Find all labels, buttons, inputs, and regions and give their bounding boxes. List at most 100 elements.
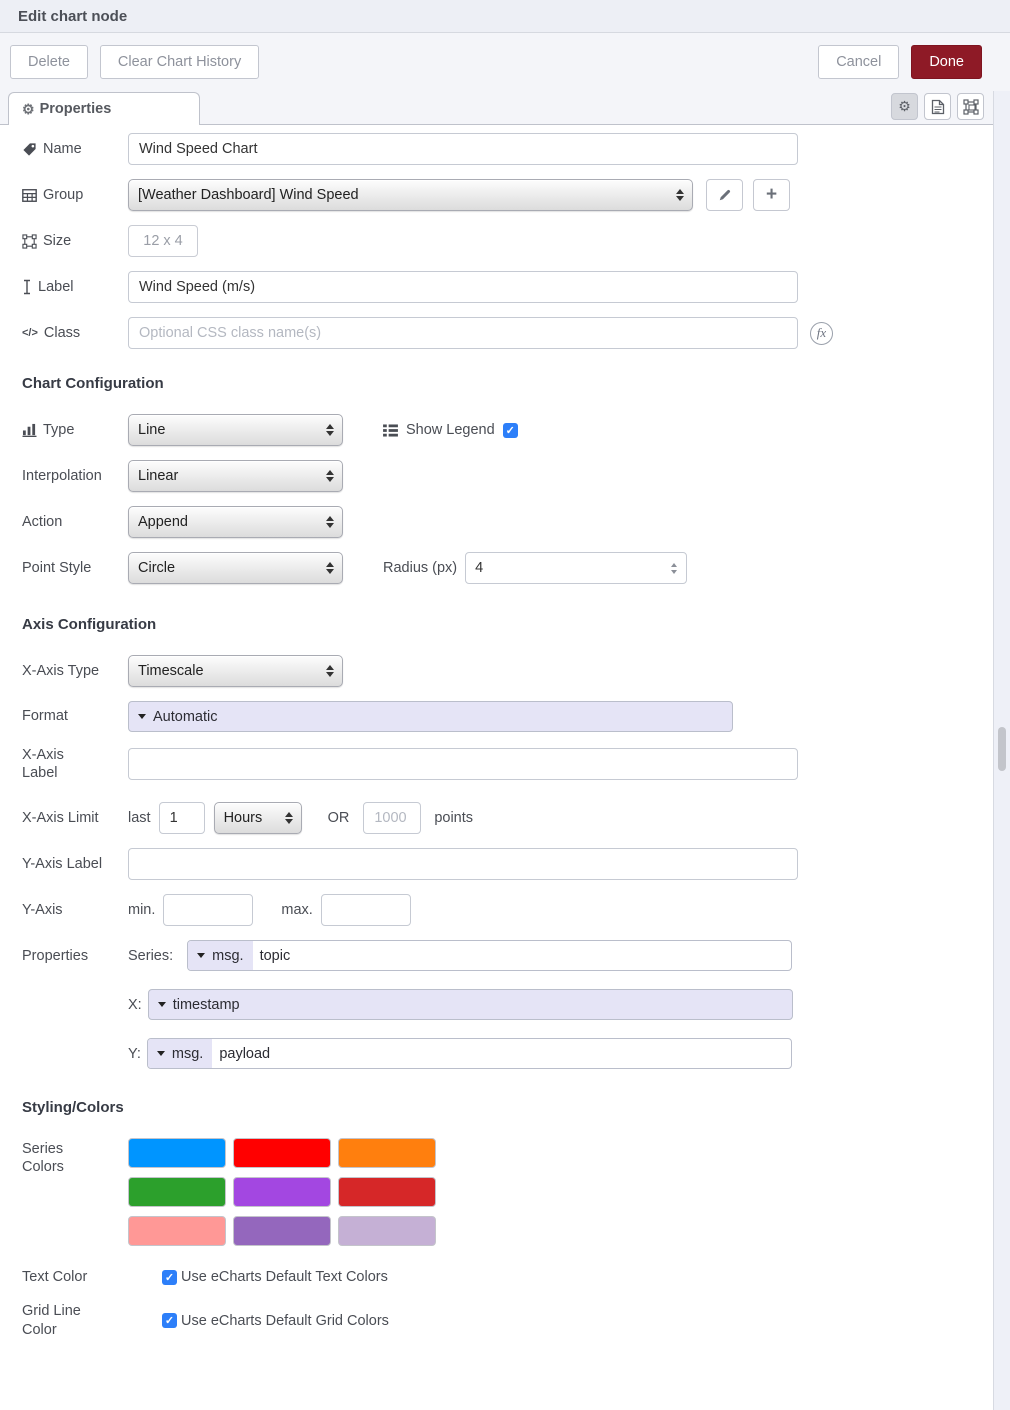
y-axis-label-group: Y-Axis [22, 901, 128, 919]
select-arrows-icon [676, 189, 684, 201]
x-property-value: timestamp [173, 997, 240, 1013]
select-arrows-icon [285, 812, 293, 824]
series-color-swatch[interactable] [128, 1138, 226, 1168]
y-max-input[interactable] [321, 894, 411, 926]
show-legend-checkbox[interactable]: ✓ [503, 423, 518, 438]
scrollbar-thumb[interactable] [998, 727, 1006, 771]
x-axis-type-label: X-Axis Type [22, 662, 99, 680]
y-axis-label-input[interactable] [128, 848, 798, 880]
y-property-value: payload [212, 1046, 270, 1062]
appearance-icon [963, 99, 979, 115]
limit-unit-select[interactable]: Hours [214, 802, 302, 834]
spinner-arrows-icon[interactable] [671, 563, 677, 574]
format-dropdown[interactable]: Automatic [129, 702, 226, 731]
x-axis-type-select[interactable]: Timescale [128, 655, 343, 687]
series-color-swatch[interactable] [128, 1177, 226, 1207]
tag-icon [22, 142, 37, 157]
x-typed-input[interactable]: timestamp [148, 989, 793, 1020]
description-view-button[interactable] [924, 93, 951, 120]
name-label-group: Name [22, 140, 128, 158]
text-color-checkbox-label: Use eCharts Default Text Colors [181, 1269, 388, 1285]
name-input[interactable] [128, 133, 798, 165]
scrollbar-track[interactable] [993, 91, 1010, 1410]
select-arrows-icon [326, 470, 334, 482]
x-axis-limit-label: X-Axis Limit [22, 809, 99, 827]
grid-color-label-group: Grid Line Color [22, 1302, 162, 1338]
pencil-icon [718, 188, 732, 202]
edit-group-button[interactable] [706, 179, 743, 211]
label-label: Label [38, 278, 73, 296]
tab-properties-label: Properties [40, 101, 112, 117]
dialog-header: Edit chart node [0, 0, 1010, 33]
series-color-swatch[interactable] [233, 1138, 331, 1168]
format-label-group: Format [22, 707, 128, 725]
y-axis-label-label-group: Y-Axis Label [22, 855, 128, 873]
bar-chart-icon [22, 423, 37, 437]
x-axis-label-input[interactable] [128, 748, 798, 780]
series-colors-label-group: Series Colors [22, 1138, 128, 1176]
grid-color-checkbox[interactable]: ✓ [162, 1313, 177, 1328]
delete-button[interactable]: Delete [10, 45, 88, 79]
point-style-label: Point Style [22, 559, 91, 577]
size-label: Size [43, 232, 71, 250]
y-axis-label-label: Y-Axis Label [22, 855, 102, 873]
limit-points-input[interactable] [363, 802, 421, 834]
series-colors-label: Series Colors [22, 1140, 80, 1176]
limit-last-input[interactable] [159, 802, 205, 834]
series-color-swatch[interactable] [233, 1216, 331, 1246]
series-color-swatch[interactable] [338, 1177, 436, 1207]
y-min-input[interactable] [163, 894, 253, 926]
x-axis-type-label-group: X-Axis Type [22, 662, 128, 680]
caret-down-icon [157, 1051, 165, 1056]
format-label: Format [22, 707, 68, 725]
x-axis-limit-label-group: X-Axis Limit [22, 809, 128, 827]
text-color-label-group: Text Color [22, 1268, 162, 1286]
properties-view-button[interactable]: ⚙ [891, 93, 918, 120]
action-label-group: Action [22, 513, 128, 531]
legend-list-icon [383, 424, 398, 437]
text-cursor-icon [22, 279, 32, 295]
point-style-select[interactable]: Circle [128, 552, 343, 584]
format-typed-input[interactable]: Automatic [128, 701, 733, 732]
cancel-button[interactable]: Cancel [818, 45, 899, 79]
type-select[interactable]: Line [128, 414, 343, 446]
interpolation-select[interactable]: Linear [128, 460, 343, 492]
table-icon [22, 189, 37, 202]
group-select-value: [Weather Dashboard] Wind Speed [138, 187, 359, 203]
point-style-label-group: Point Style [22, 559, 128, 577]
type-label-group: Type [22, 421, 128, 439]
radius-input[interactable]: 4 [465, 552, 687, 584]
select-arrows-icon [326, 562, 334, 574]
series-prefix: msg. [212, 948, 243, 964]
x-type-dropdown[interactable]: timestamp [149, 990, 249, 1019]
action-select-value: Append [138, 514, 188, 530]
caret-down-icon [197, 953, 205, 958]
series-color-swatch[interactable] [338, 1216, 436, 1246]
point-style-select-value: Circle [138, 560, 175, 576]
clear-chart-history-button[interactable]: Clear Chart History [100, 45, 259, 79]
series-type-dropdown[interactable]: msg. [188, 941, 252, 970]
dialog-button-bar: Delete Clear Chart History Cancel Done [0, 33, 1010, 90]
series-color-swatch[interactable] [233, 1177, 331, 1207]
grid-color-checkbox-label: Use eCharts Default Grid Colors [181, 1313, 389, 1329]
y-prefix: msg. [172, 1046, 203, 1062]
code-icon: </> [22, 327, 38, 339]
action-select[interactable]: Append [128, 506, 343, 538]
series-color-swatch[interactable] [338, 1138, 436, 1168]
text-color-checkbox[interactable]: ✓ [162, 1270, 177, 1285]
limit-unit-value: Hours [224, 810, 263, 826]
done-button[interactable]: Done [911, 45, 982, 79]
add-group-button[interactable]: + [753, 179, 790, 211]
series-color-swatch[interactable] [128, 1216, 226, 1246]
size-button[interactable]: 12 x 4 [128, 225, 198, 257]
group-select[interactable]: [Weather Dashboard] Wind Speed [128, 179, 693, 211]
y-type-dropdown[interactable]: msg. [148, 1039, 212, 1068]
y-typed-input[interactable]: msg. payload [147, 1038, 792, 1069]
series-label: Series: [128, 948, 173, 964]
appearance-view-button[interactable] [957, 93, 984, 120]
tab-properties[interactable]: ⚙ Properties [8, 92, 200, 125]
x-property-label: X: [128, 997, 142, 1013]
series-typed-input[interactable]: msg. topic [187, 940, 792, 971]
label-input[interactable] [128, 271, 798, 303]
class-input[interactable] [128, 317, 798, 349]
